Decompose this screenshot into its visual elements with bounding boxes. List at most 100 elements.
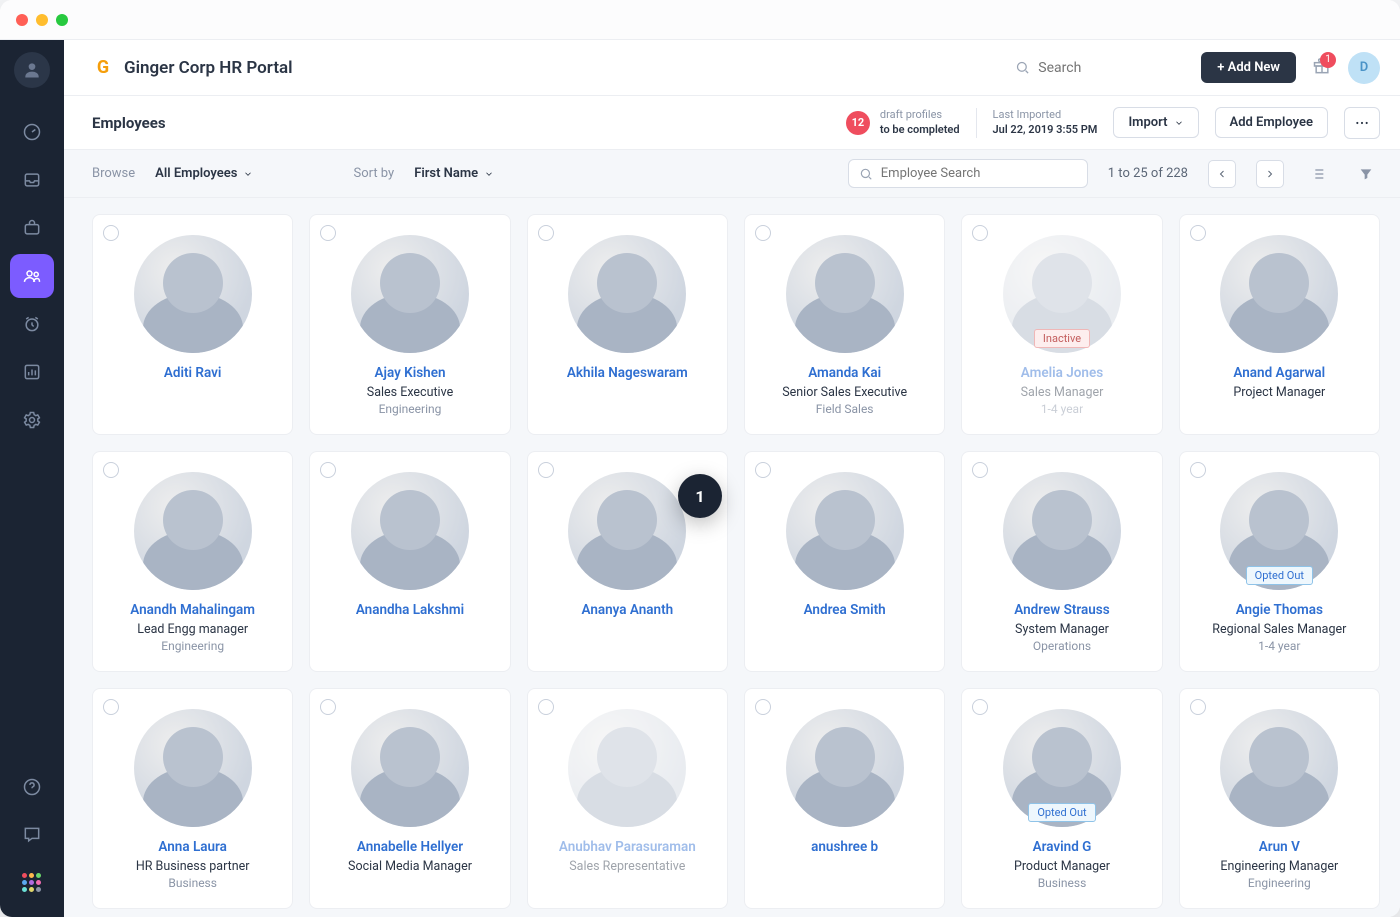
sidebar-item-help[interactable] [10,765,54,809]
chevron-right-icon [1264,168,1276,180]
employee-name[interactable]: Ajay Kishen [374,365,445,381]
sidebar-item-chat[interactable] [10,813,54,857]
employee-name[interactable]: Anna Laura [158,839,227,855]
select-checkbox[interactable] [320,699,336,715]
select-checkbox[interactable] [538,225,554,241]
select-checkbox[interactable] [320,225,336,241]
employee-name[interactable]: Amanda Kai [808,365,881,381]
select-checkbox[interactable] [755,699,771,715]
window-minimize[interactable] [36,14,48,26]
filter-toggle[interactable] [1352,160,1380,188]
employee-name[interactable]: Ananya Ananth [582,602,674,618]
draft-profiles-alert[interactable]: 12 draft profiles to be completed [846,108,960,137]
gift-icon[interactable]: 1 [1312,56,1332,80]
add-employee-button[interactable]: Add Employee [1215,107,1328,138]
employee-name[interactable]: Andrea Smith [804,602,886,618]
employee-card[interactable]: Anubhav Parasuraman Sales Representative [527,688,728,909]
employee-card[interactable]: Akhila Nageswaram [527,214,728,435]
select-checkbox[interactable] [1190,462,1206,478]
sort-dropdown[interactable]: First Name [414,166,494,181]
search-icon [1015,60,1030,75]
employee-card[interactable]: Opted OutAravind GProduct ManagerBusines… [961,688,1162,909]
pagination-next[interactable] [1256,160,1284,188]
sidebar-item-reports[interactable] [10,350,54,394]
employee-card[interactable]: Ajay KishenSales ExecutiveEngineering [309,214,510,435]
employee-name[interactable]: Annabelle Hellyer [357,839,463,855]
employee-card[interactable]: Anandha Lakshmi [309,451,510,672]
employee-name[interactable]: Aditi Ravi [164,365,222,381]
select-checkbox[interactable] [103,225,119,241]
list-view-toggle[interactable] [1304,160,1332,188]
employee-avatar [134,235,252,353]
select-checkbox[interactable] [755,462,771,478]
add-new-button[interactable]: + Add New [1201,52,1296,83]
status-tag: Inactive [1034,329,1090,348]
window-maximize[interactable] [56,14,68,26]
gift-badge: 1 [1320,52,1336,68]
global-search-input[interactable] [1038,60,1158,76]
sidebar-item-settings[interactable] [10,398,54,442]
employee-search-input[interactable] [881,166,1077,181]
select-checkbox[interactable] [538,699,554,715]
employee-role: Sales Representative [569,859,685,874]
draft-count-badge: 12 [846,111,870,135]
browse-dropdown[interactable]: All Employees [155,166,253,181]
employee-avatar [568,709,686,827]
select-checkbox[interactable] [972,462,988,478]
org-avatar-icon[interactable] [14,52,50,88]
select-checkbox[interactable] [103,699,119,715]
import-button[interactable]: Import [1113,107,1198,138]
employee-search[interactable] [848,159,1088,188]
select-checkbox[interactable] [320,462,336,478]
employee-card[interactable]: Amanda KaiSenior Sales ExecutiveField Sa… [744,214,945,435]
employee-name[interactable]: Anubhav Parasuraman [559,839,696,855]
left-sidebar [0,40,64,917]
select-checkbox[interactable] [755,225,771,241]
sidebar-item-employees[interactable] [10,254,54,298]
employee-card[interactable]: Anand AgarwalProject Manager [1179,214,1380,435]
list-icon [1310,166,1326,182]
employee-card[interactable]: Aditi Ravi [92,214,293,435]
employee-card[interactable]: InactiveAmelia JonesSales Manager1-4 yea… [961,214,1162,435]
sidebar-item-inbox[interactable] [10,158,54,202]
employee-dept: Operations [1033,639,1091,653]
employee-name[interactable]: anushree b [811,839,878,855]
select-checkbox[interactable] [1190,699,1206,715]
employee-card[interactable]: anushree b [744,688,945,909]
employee-name[interactable]: Akhila Nageswaram [567,365,688,381]
employee-name[interactable]: Anand Agarwal [1233,365,1325,381]
employee-card[interactable]: Opted OutAngie ThomasRegional Sales Mana… [1179,451,1380,672]
user-avatar[interactable]: D [1348,52,1380,84]
employee-card[interactable]: Anna LauraHR Business partnerBusiness [92,688,293,909]
select-checkbox[interactable] [972,699,988,715]
employee-name[interactable]: Andrew Strauss [1014,602,1109,618]
employee-name[interactable]: Amelia Jones [1021,365,1103,381]
select-checkbox[interactable] [538,462,554,478]
employee-dept: Business [168,876,217,890]
employee-card[interactable]: Andrea Smith [744,451,945,672]
sidebar-item-dashboard[interactable] [10,110,54,154]
window-titlebar [0,0,1400,40]
employee-name[interactable]: Anandh Mahalingam [130,602,255,618]
pagination-prev[interactable] [1208,160,1236,188]
employee-card[interactable]: Arun VEngineering ManagerEngineering [1179,688,1380,909]
select-checkbox[interactable] [103,462,119,478]
page-title: Employees [92,114,166,132]
employee-name[interactable]: Anandha Lakshmi [356,602,464,618]
sidebar-item-time[interactable] [10,302,54,346]
select-checkbox[interactable] [1190,225,1206,241]
select-checkbox[interactable] [972,225,988,241]
more-actions-button[interactable] [1344,107,1380,139]
employee-name[interactable]: Angie Thomas [1236,602,1323,618]
employee-avatar [786,709,904,827]
employee-name[interactable]: Arun V [1259,839,1300,855]
window-close[interactable] [16,14,28,26]
global-search[interactable] [1015,60,1185,76]
sidebar-item-apps[interactable] [10,861,54,905]
employee-role: Sales Manager [1021,385,1104,400]
employee-name[interactable]: Aravind G [1033,839,1092,855]
employee-card[interactable]: Annabelle HellyerSocial Media Manager [309,688,510,909]
employee-card[interactable]: Anandh MahalingamLead Engg managerEngine… [92,451,293,672]
employee-card[interactable]: Andrew StraussSystem ManagerOperations [961,451,1162,672]
sidebar-item-jobs[interactable] [10,206,54,250]
